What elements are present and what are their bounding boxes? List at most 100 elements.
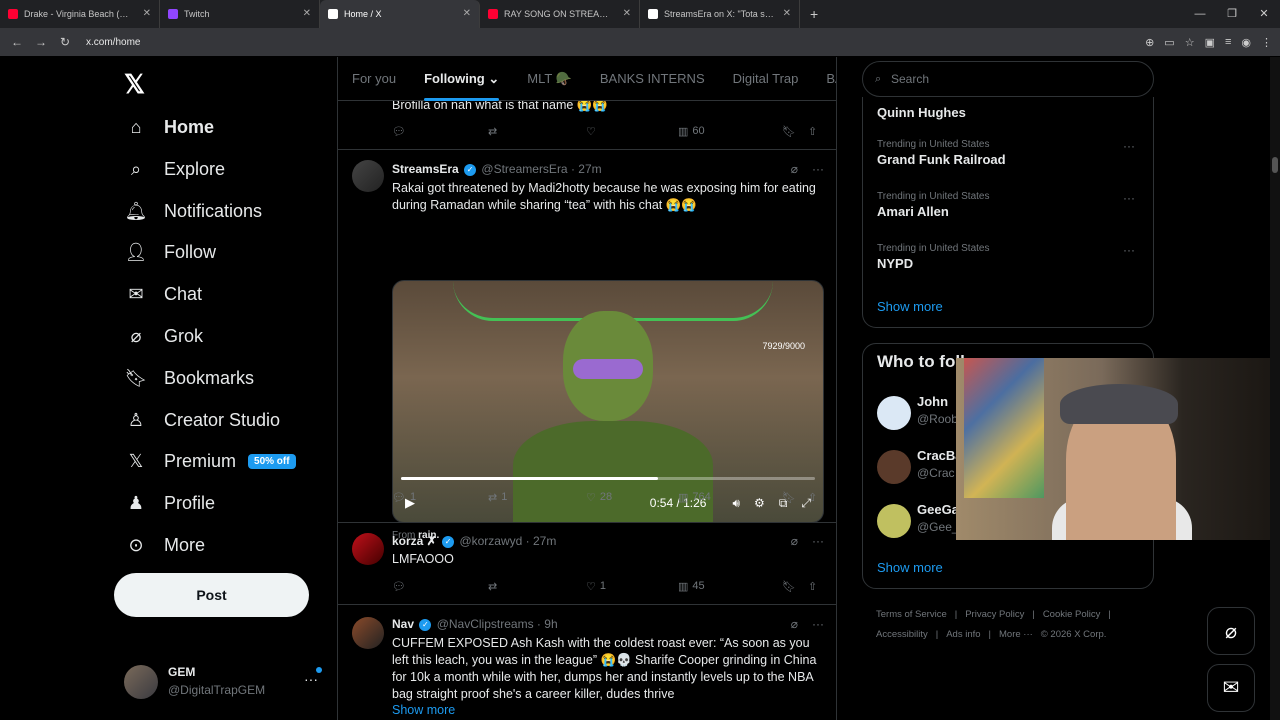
search-input[interactable]: ⌕ Search xyxy=(862,61,1154,97)
profile-icon[interactable]: ◉ xyxy=(1241,36,1251,49)
footer-link[interactable]: Ads info xyxy=(946,629,980,640)
like-stat[interactable]: ♡ 28 xyxy=(586,489,678,505)
repost-icon[interactable]: ⇄ xyxy=(488,123,586,139)
share-icon[interactable]: ⇧ xyxy=(808,489,817,505)
more-icon[interactable]: ··· xyxy=(812,534,824,548)
cast-icon[interactable]: ▭ xyxy=(1164,36,1174,49)
close-icon[interactable]: ✕ xyxy=(303,8,311,19)
nav-follow[interactable]: 👤︎ Follow xyxy=(124,232,216,272)
tab-for-you[interactable]: For you xyxy=(338,57,410,101)
close-icon[interactable]: ✕ xyxy=(143,8,151,19)
nav-chat[interactable]: ✉ Chat xyxy=(124,274,202,314)
nav-home[interactable]: ⌂ Home xyxy=(124,107,214,147)
star-icon[interactable]: ☆ xyxy=(1185,36,1195,49)
close-icon[interactable]: ✕ xyxy=(463,8,471,19)
timestamp[interactable]: 9h xyxy=(544,617,557,631)
more-icon[interactable]: ··· xyxy=(812,162,824,176)
browser-tab-4[interactable]: StreamsEra on X: "Tota shares a ✕ xyxy=(640,0,800,28)
zoom-icon[interactable]: ⊕ xyxy=(1145,36,1154,49)
tab-banks-interns[interactable]: BANKS INTERNS xyxy=(586,57,719,101)
trend-item[interactable]: Quinn Hughes xyxy=(877,103,1141,120)
media-icon[interactable]: ≡ xyxy=(1225,36,1231,48)
nav-profile[interactable]: ♟ Profile xyxy=(124,483,215,523)
reply-icon[interactable]: 💬︎ xyxy=(392,578,488,594)
url-field[interactable]: x.com/home xyxy=(86,37,140,48)
footer-link[interactable]: More ··· xyxy=(999,629,1033,640)
show-more-link[interactable]: Show more xyxy=(877,560,943,575)
more-icon[interactable]: ··· xyxy=(1123,191,1135,205)
account-switcher[interactable]: GEM @DigitalTrapGEM ··· xyxy=(124,661,324,701)
author-name[interactable]: Nav xyxy=(392,617,414,631)
nav-bookmarks[interactable]: 🔖︎ Bookmarks xyxy=(124,358,254,398)
tweet[interactable]: StreamsEra ✓ @StreamersEra · 27m ⌀ ··· R… xyxy=(338,150,836,541)
author-handle[interactable]: @NavClipstreams xyxy=(437,617,534,631)
trend-item[interactable]: Trending in United States Amari Allen ··· xyxy=(877,191,1141,219)
scrollbar-thumb[interactable] xyxy=(1272,157,1278,173)
nav-more[interactable]: ⊙ More xyxy=(124,525,205,565)
avatar[interactable] xyxy=(352,533,384,565)
scrollbar[interactable] xyxy=(1270,57,1280,720)
tab-digital-trap[interactable]: Digital Trap xyxy=(719,57,813,101)
views-stat[interactable]: ▥ 60 xyxy=(678,123,782,139)
more-icon[interactable]: ··· xyxy=(812,617,824,631)
nav-grok[interactable]: ⌀ Grok xyxy=(124,316,203,356)
tab-mlt[interactable]: MLT 🪖 xyxy=(513,57,586,101)
footer-link[interactable]: Privacy Policy xyxy=(965,609,1024,620)
browser-tab-1[interactable]: Twitch ✕ xyxy=(160,0,320,28)
show-more-link[interactable]: Show more xyxy=(877,299,943,314)
share-icon[interactable]: ⇧ xyxy=(808,123,817,139)
show-more-link[interactable]: Show more xyxy=(392,702,824,719)
grok-icon[interactable]: ⌀ xyxy=(791,162,798,176)
close-icon[interactable]: ✕ xyxy=(623,8,631,19)
browser-tab-0[interactable]: Drake - Virginia Beach (Audio) ✕ xyxy=(0,0,160,28)
trend-item[interactable]: Trending in United States Grand Funk Rail… xyxy=(877,139,1141,167)
tweet[interactable]: Nav ✓ @NavClipstreams · 9h ⌀ ··· CUFFEM … xyxy=(338,605,836,720)
extensions-icon[interactable]: ▣ xyxy=(1205,36,1215,49)
more-options-icon[interactable]: ··· xyxy=(304,671,318,687)
like-icon[interactable]: ♡ xyxy=(586,123,678,139)
post-button[interactable]: Post xyxy=(114,573,309,617)
more-icon[interactable]: ··· xyxy=(1123,243,1135,257)
avatar[interactable] xyxy=(352,160,384,192)
reply-stat[interactable]: 💬︎ 1 xyxy=(392,489,488,505)
forward-icon[interactable]: → xyxy=(34,35,48,49)
avatar[interactable] xyxy=(352,617,384,649)
views-stat[interactable]: ▥ 764 xyxy=(678,489,782,505)
views-stat[interactable]: ▥ 45 xyxy=(678,578,782,594)
reply-icon[interactable]: 💬︎ xyxy=(392,123,488,139)
tab-bau[interactable]: BAU xyxy=(812,57,836,101)
browser-tab-3[interactable]: RAY SONG ON STREAM CHRIS ✕ xyxy=(480,0,640,28)
footer-link[interactable]: Terms of Service xyxy=(876,609,947,620)
share-icon[interactable]: ⇧ xyxy=(808,578,817,594)
footer-link[interactable]: Cookie Policy xyxy=(1043,609,1101,620)
nav-creator-studio[interactable]: ♙ Creator Studio xyxy=(124,400,280,440)
close-window-icon[interactable]: ✕ xyxy=(1248,0,1280,28)
tab-following[interactable]: Following ⌄ xyxy=(410,57,513,101)
messages-floating-button[interactable]: ✉ xyxy=(1207,664,1255,712)
author-name[interactable]: StreamsEra xyxy=(392,162,459,176)
browser-tab-2[interactable]: Home / X ✕ xyxy=(320,0,480,28)
reload-icon[interactable]: ↻ xyxy=(58,35,72,49)
grok-floating-button[interactable]: ⌀ xyxy=(1207,607,1255,655)
timestamp[interactable]: 27m xyxy=(533,534,556,548)
nav-premium[interactable]: 𝕏 Premium 50% off xyxy=(124,441,296,481)
author-handle[interactable]: @korzawyd xyxy=(459,534,522,548)
nav-explore[interactable]: ⌕ Explore xyxy=(124,149,225,189)
video-progress-bar[interactable] xyxy=(401,477,815,480)
bookmark-icon[interactable]: 🔖︎ xyxy=(782,489,808,505)
maximize-icon[interactable]: ❐ xyxy=(1216,0,1248,28)
footer-link[interactable]: Accessibility xyxy=(876,629,928,640)
timestamp[interactable]: 27m xyxy=(578,162,601,176)
nav-notifications[interactable]: 🔔︎ Notifications xyxy=(124,191,262,231)
like-stat[interactable]: ♡ 1 xyxy=(586,578,678,594)
menu-icon[interactable]: ⋮ xyxy=(1261,36,1272,49)
more-icon[interactable]: ··· xyxy=(1123,139,1135,153)
bookmark-icon[interactable]: 🔖︎ xyxy=(782,123,808,139)
repost-stat[interactable]: ⇄ 1 xyxy=(488,489,586,505)
x-logo-icon[interactable]: 𝕏 xyxy=(124,69,145,100)
trend-item[interactable]: Trending in United States NYPD ··· xyxy=(877,243,1141,271)
author-handle[interactable]: @StreamersEra xyxy=(481,162,567,176)
grok-icon[interactable]: ⌀ xyxy=(791,534,798,548)
video-player[interactable]: 7929/9000 ▶ 0:54 / 1:26 🔊︎ ⚙ ⧉ ⤢ xyxy=(392,280,824,523)
grok-icon[interactable]: ⌀ xyxy=(791,617,798,631)
